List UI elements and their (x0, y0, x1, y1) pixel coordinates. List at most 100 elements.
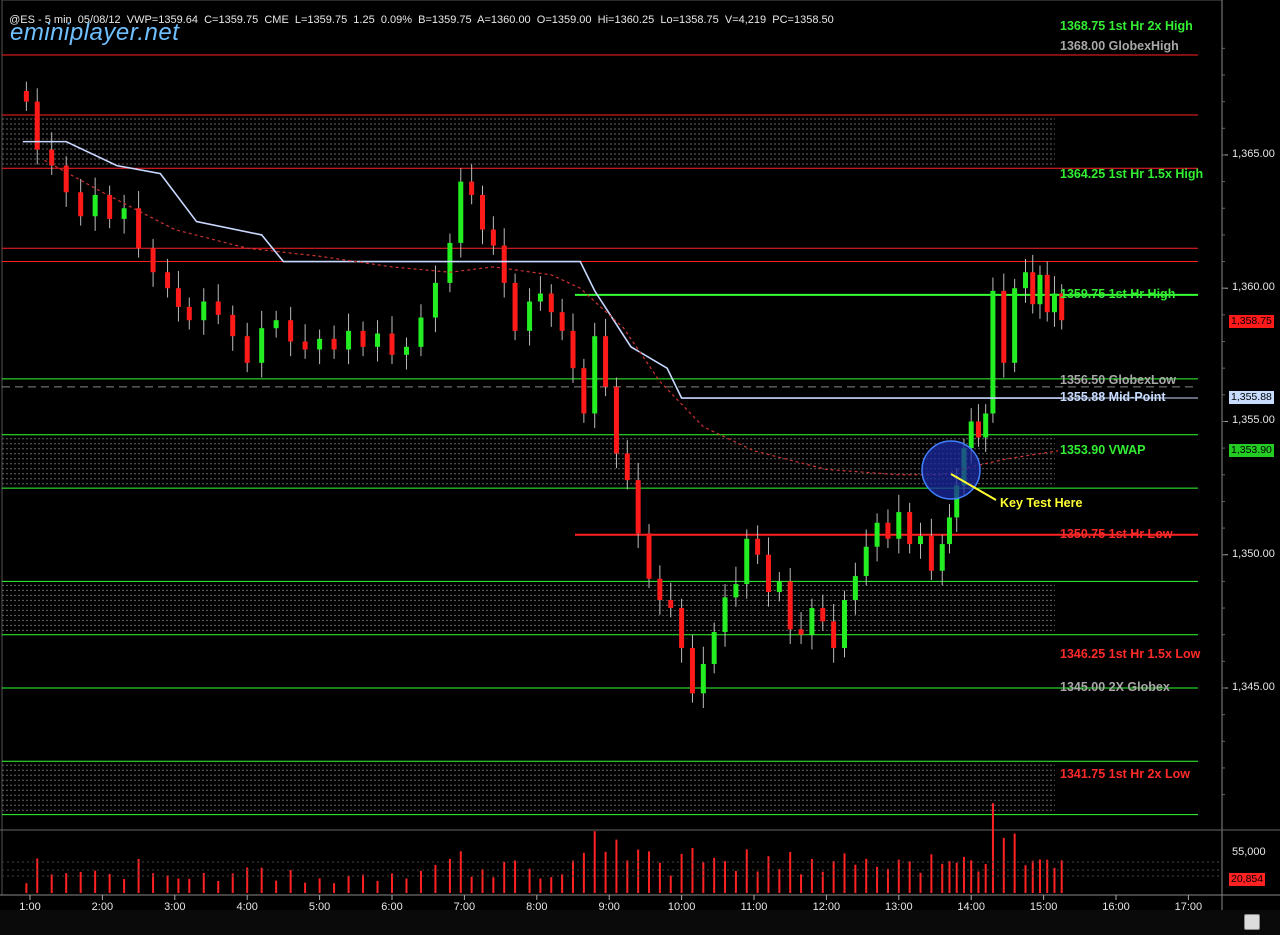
x-tick-label: 11:00 (740, 901, 768, 913)
candle-body (259, 328, 265, 363)
candle-body (1044, 274, 1050, 313)
candle-body (657, 578, 663, 601)
candle-body (490, 229, 496, 246)
level-label: 1353.90 VWAP (1060, 442, 1146, 457)
candle-body (939, 544, 945, 571)
x-tick-label: 14:00 (957, 901, 985, 913)
candle-body (186, 306, 192, 321)
level-label: 1346.25 1st Hr 1.5x Low (1060, 646, 1201, 661)
candle-body (975, 421, 981, 438)
candle-body (733, 584, 739, 598)
candle-body (215, 301, 221, 315)
candle-body (635, 480, 641, 534)
volume-axis-label: 55,000 (1232, 846, 1266, 858)
candle-body (646, 533, 652, 579)
x-tick-label: 15:00 (1029, 901, 1058, 913)
candle-body (700, 664, 706, 694)
candle-body (418, 317, 424, 347)
y-tick-label: 1,365.00 (1232, 147, 1275, 160)
level-label: 1359.75 1st Hr High (1060, 286, 1176, 301)
x-tick-label: 13:00 (885, 901, 913, 913)
candle-body (679, 608, 685, 649)
candle-body (150, 248, 156, 273)
candle-body (946, 517, 952, 545)
candle-body (744, 538, 750, 585)
candle-body (201, 301, 207, 321)
chart-settings-button[interactable] (1244, 914, 1260, 930)
x-tick-label: 12:00 (812, 901, 841, 913)
candle-body (842, 600, 847, 649)
candle-body (968, 421, 974, 449)
candle-body (798, 629, 804, 635)
candle-body (432, 282, 438, 318)
candle-body (776, 581, 782, 593)
x-tick-label: 1:00 (19, 901, 41, 913)
x-tick-label: 4:00 (236, 901, 258, 913)
price-tag: 1,358.75 (1229, 314, 1274, 328)
x-tick-label: 3:00 (164, 901, 186, 913)
candle-body (559, 312, 565, 331)
candle-body (403, 346, 409, 355)
candle-body (1037, 274, 1043, 305)
candle-body (501, 245, 507, 283)
candle-body (820, 608, 826, 622)
candle-body (722, 597, 728, 633)
candle-body (603, 336, 609, 387)
candle-body (302, 341, 308, 350)
candle-body (983, 413, 989, 438)
y-tick-label: 1,360.00 (1232, 281, 1275, 294)
candle-body (1051, 293, 1057, 313)
candle-body (581, 368, 587, 414)
candle-body (592, 336, 598, 414)
x-tick-label: 5:00 (308, 901, 331, 913)
price-chart (0, 0, 1280, 935)
candle-body (787, 581, 793, 630)
candle-body (689, 648, 695, 694)
candle-body (874, 522, 880, 547)
candle-body (273, 320, 279, 329)
candle-body (389, 333, 395, 355)
candle-body (527, 301, 533, 331)
level-label: 1368.75 1st Hr 2x High (1060, 19, 1193, 33)
candle-body (175, 288, 181, 307)
candle-body (624, 453, 630, 481)
midpoint-line (22, 140, 1062, 399)
candle-body (23, 90, 29, 102)
candle-body (1012, 288, 1018, 363)
candle-body (78, 192, 84, 217)
volume-tag: 20,854 (1229, 873, 1266, 886)
candle-body (346, 330, 352, 350)
brand-watermark: eminiplayer.net (10, 19, 180, 46)
candle-body (63, 165, 69, 193)
level-label: 1350.75 1st Hr Low (1060, 526, 1173, 541)
x-tick-label: 10:00 (667, 901, 696, 913)
candle-body (165, 272, 171, 289)
key-test-annotation: Key Test Here (1000, 496, 1083, 510)
x-tick-label: 9:00 (598, 901, 620, 913)
candle-body (809, 608, 815, 635)
candle-body (360, 330, 366, 347)
candle-body (928, 536, 934, 571)
key-test-circle (921, 440, 981, 500)
level-label: 1364.25 1st Hr 1.5x High (1060, 166, 1204, 181)
candle-body (1023, 272, 1028, 289)
y-tick-label: 1,355.00 (1232, 414, 1275, 427)
candle-body (548, 293, 554, 313)
quote-stats: VWP=1359.64 C=1359.75 CME L=1359.75 1.25… (126, 14, 834, 26)
candle-body (668, 600, 674, 609)
x-tick-label: 16:00 (1102, 901, 1130, 913)
candle-body (317, 338, 323, 350)
candle-body (375, 333, 381, 347)
candle-body (537, 293, 543, 302)
candle-body (512, 282, 518, 331)
candle-body (244, 336, 250, 363)
price-tag: 1,355.88 (1229, 391, 1274, 405)
candle-body (863, 546, 869, 577)
candle-body (92, 194, 98, 217)
status-strip (0, 910, 1280, 935)
x-tick-label: 17:00 (1174, 901, 1203, 913)
y-tick-label: 1,345.00 (1232, 681, 1275, 693)
candle-body (121, 208, 127, 219)
candle-body (907, 512, 913, 545)
x-tick-label: 2:00 (91, 901, 114, 913)
